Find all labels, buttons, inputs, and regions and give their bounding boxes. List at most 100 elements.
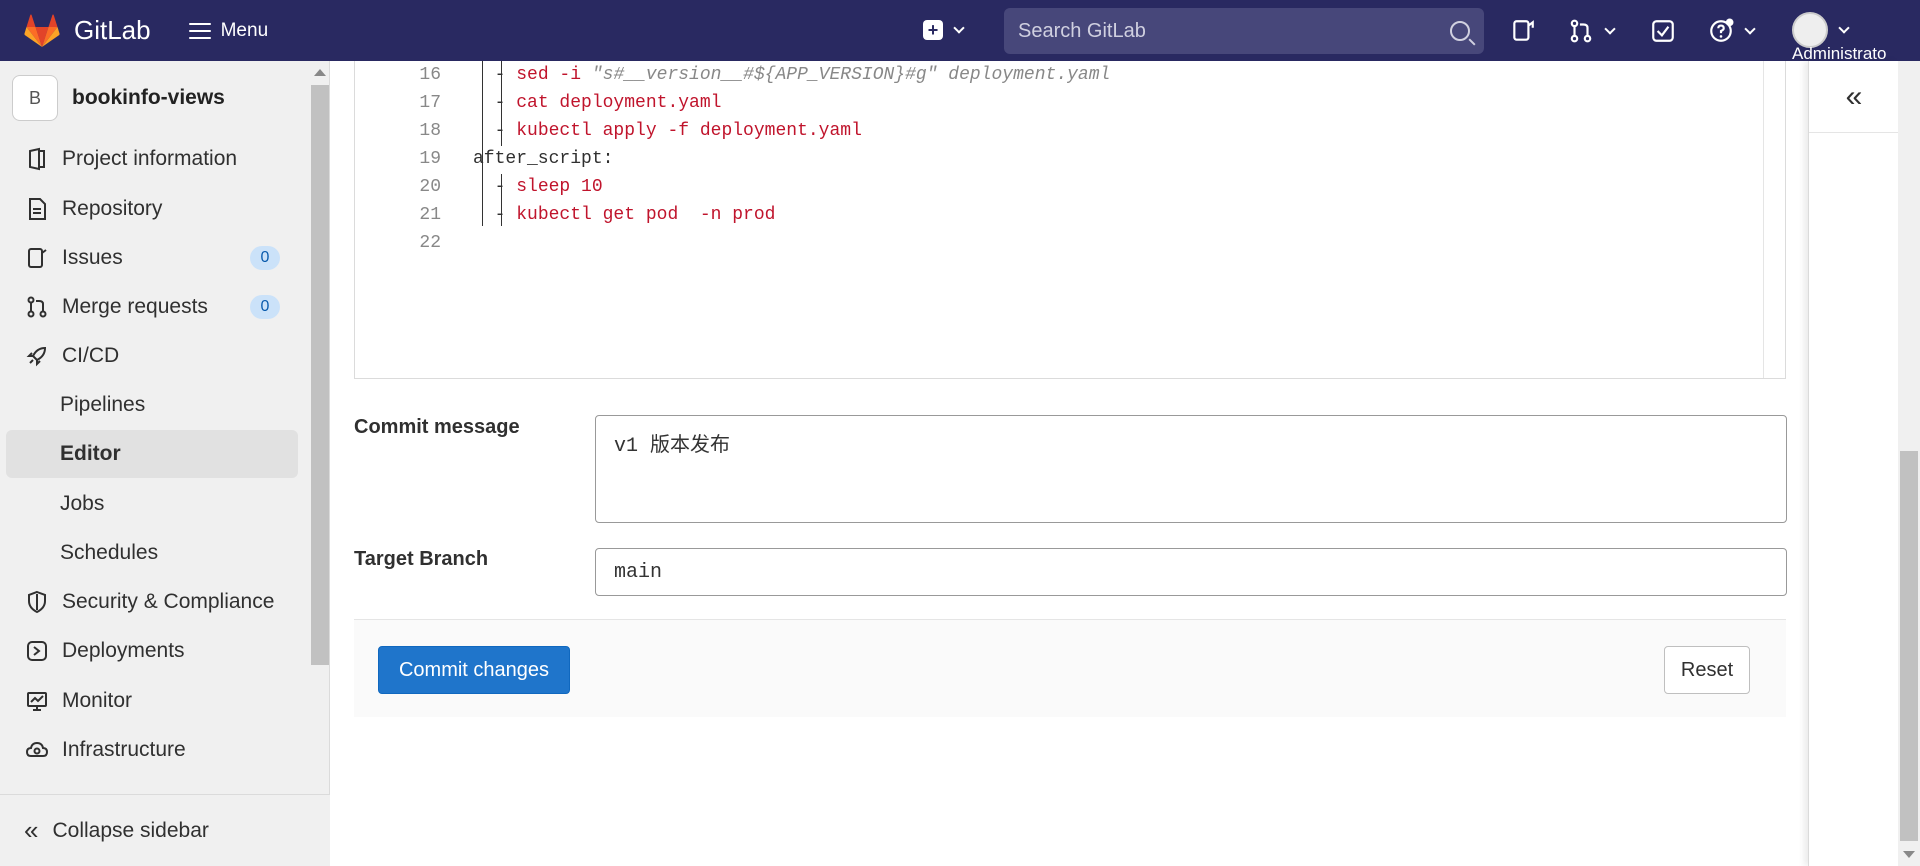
sidebar-item-label: Jobs bbox=[60, 492, 105, 515]
gitlab-logo[interactable]: GitLab bbox=[24, 14, 151, 48]
code-text-20: - sleep 10 bbox=[473, 177, 603, 197]
sidebar-item-label: Monitor bbox=[62, 689, 133, 712]
commit-message-label: Commit message bbox=[354, 416, 520, 438]
code-line: 17 - cat deployment.yaml bbox=[355, 89, 721, 117]
help-nav-button[interactable] bbox=[1708, 18, 1756, 44]
sidebar: B bookinfo-views Project information Rep… bbox=[0, 61, 330, 866]
avatar bbox=[1792, 12, 1828, 48]
sidebar-item-schedules[interactable]: Schedules bbox=[6, 529, 298, 577]
help-icon bbox=[1710, 18, 1734, 42]
sidebar-item-cicd[interactable]: CI/CD bbox=[6, 332, 298, 380]
sidebar-item-label: CI/CD bbox=[62, 344, 120, 367]
search-icon bbox=[1450, 21, 1470, 41]
code-line: 21 - kubectl get pod -n prod bbox=[355, 201, 775, 229]
chevron-down-icon bbox=[1604, 23, 1616, 35]
sidebar-item-label: Pipelines bbox=[60, 393, 146, 416]
commit-changes-button[interactable]: Commit changes bbox=[378, 646, 570, 694]
rocket-icon bbox=[24, 343, 50, 369]
info-icon bbox=[24, 146, 50, 172]
code-editor[interactable]: 16 - sed -i "s#__version__#${APP_VERSION… bbox=[354, 61, 1786, 379]
code-text-16: - sed -i "s#__version__#${APP_VERSION}#g… bbox=[473, 65, 1111, 85]
collapse-sidebar-button[interactable]: « Collapse sidebar bbox=[0, 794, 330, 866]
plus-square-icon: + bbox=[923, 20, 943, 40]
todos-nav-button[interactable] bbox=[1650, 18, 1676, 44]
scroll-up-arrow-icon[interactable] bbox=[314, 69, 326, 76]
project-avatar: B bbox=[12, 75, 58, 121]
issues-nav-button[interactable] bbox=[1510, 18, 1536, 44]
hamburger-icon bbox=[188, 22, 211, 39]
line-number: 16 bbox=[419, 65, 441, 85]
sidebar-item-pipelines[interactable]: Pipelines bbox=[6, 381, 298, 429]
sidebar-item-security-compliance[interactable]: Security & Compliance bbox=[6, 578, 298, 626]
target-branch-field[interactable]: main bbox=[595, 548, 1787, 596]
line-number: 20 bbox=[419, 177, 441, 197]
sidebar-item-label: Issues bbox=[62, 246, 123, 269]
issues-count-badge: 0 bbox=[250, 246, 280, 270]
sidebar-item-label: Schedules bbox=[60, 541, 159, 564]
form-actions: Commit changes Reset bbox=[354, 619, 1786, 717]
sidebar-item-repository[interactable]: Repository bbox=[6, 185, 298, 233]
expand-right-sidebar-button[interactable]: « bbox=[1809, 61, 1899, 133]
scroll-down-arrow-icon[interactable] bbox=[1903, 851, 1915, 858]
todo-checkbox-icon bbox=[1652, 20, 1674, 42]
right-sidebar: « bbox=[1808, 61, 1899, 866]
sidebar-item-editor[interactable]: Editor bbox=[6, 430, 298, 478]
page-scrollbar[interactable] bbox=[1898, 61, 1920, 866]
sidebar-scroll-thumb[interactable] bbox=[311, 85, 329, 665]
sidebar-item-label: Security & Compliance bbox=[62, 590, 275, 613]
menu-label: Menu bbox=[220, 19, 269, 41]
line-number: 22 bbox=[419, 233, 441, 253]
double-chevron-left-icon: « bbox=[1845, 79, 1863, 113]
monitor-icon bbox=[24, 688, 50, 714]
code-line: 18 - kubectl apply -f deployment.yaml bbox=[355, 117, 862, 145]
search-input[interactable] bbox=[1018, 19, 1450, 43]
issues-icon bbox=[24, 245, 50, 271]
collapse-sidebar-label: Collapse sidebar bbox=[52, 818, 209, 842]
sidebar-item-label: Repository bbox=[62, 197, 163, 220]
line-number: 17 bbox=[419, 93, 441, 113]
user-menu-button[interactable] bbox=[1792, 12, 1850, 48]
issues-icon bbox=[1513, 20, 1534, 41]
chevron-down-icon bbox=[953, 22, 965, 34]
sidebar-item-infrastructure[interactable]: Infrastructure bbox=[6, 726, 298, 774]
sidebar-item-jobs[interactable]: Jobs bbox=[6, 480, 298, 528]
menu-button[interactable]: Menu bbox=[188, 19, 269, 42]
code-text-18: - kubectl apply -f deployment.yaml bbox=[473, 121, 862, 141]
page-scroll-thumb[interactable] bbox=[1900, 451, 1918, 841]
sidebar-item-label: Merge requests bbox=[62, 295, 208, 318]
code-line: 16 - sed -i "s#__version__#${APP_VERSION… bbox=[355, 61, 1110, 89]
new-dropdown-button[interactable]: + bbox=[923, 20, 965, 40]
line-number: 21 bbox=[419, 205, 441, 225]
sidebar-item-label: Deployments bbox=[62, 639, 185, 662]
chevron-down-icon bbox=[1744, 23, 1756, 35]
sidebar-item-project-information[interactable]: Project information bbox=[6, 135, 298, 183]
project-header[interactable]: B bookinfo-views bbox=[0, 61, 329, 135]
sidebar-item-merge-requests[interactable]: Merge requests 0 bbox=[6, 283, 298, 331]
commit-message-field[interactable]: v1 版本发布 bbox=[595, 415, 1787, 523]
editor-scrollbar[interactable] bbox=[1763, 61, 1785, 378]
tanuki-icon bbox=[24, 14, 60, 47]
merge-request-icon bbox=[1570, 19, 1592, 43]
line-number: 19 bbox=[419, 149, 441, 169]
merge-requests-count-badge: 0 bbox=[250, 295, 280, 319]
deployments-icon bbox=[24, 638, 50, 664]
sidebar-item-issues[interactable]: Issues 0 bbox=[6, 234, 298, 282]
sidebar-scrollbar[interactable] bbox=[307, 61, 329, 796]
double-chevron-left-icon: « bbox=[24, 815, 39, 845]
top-navbar: GitLab Menu + Administrato bbox=[0, 0, 1920, 63]
sidebar-item-deployments[interactable]: Deployments bbox=[6, 627, 298, 675]
merge-requests-nav-button[interactable] bbox=[1568, 18, 1616, 44]
sidebar-item-monitor[interactable]: Monitor bbox=[6, 677, 298, 725]
code-text-17: - cat deployment.yaml bbox=[473, 93, 722, 113]
line-number: 18 bbox=[419, 121, 441, 141]
reset-button[interactable]: Reset bbox=[1664, 646, 1750, 694]
search-box[interactable] bbox=[1004, 8, 1484, 54]
code-text-19: after_script: bbox=[473, 149, 614, 169]
project-name: bookinfo-views bbox=[72, 86, 225, 109]
target-branch-label: Target Branch bbox=[354, 548, 489, 570]
chevron-down-icon bbox=[1838, 22, 1850, 34]
merge-request-icon bbox=[24, 294, 50, 320]
shield-icon bbox=[24, 589, 50, 615]
code-text-21: - kubectl get pod -n prod bbox=[473, 205, 776, 225]
brand-name: GitLab bbox=[74, 15, 151, 45]
